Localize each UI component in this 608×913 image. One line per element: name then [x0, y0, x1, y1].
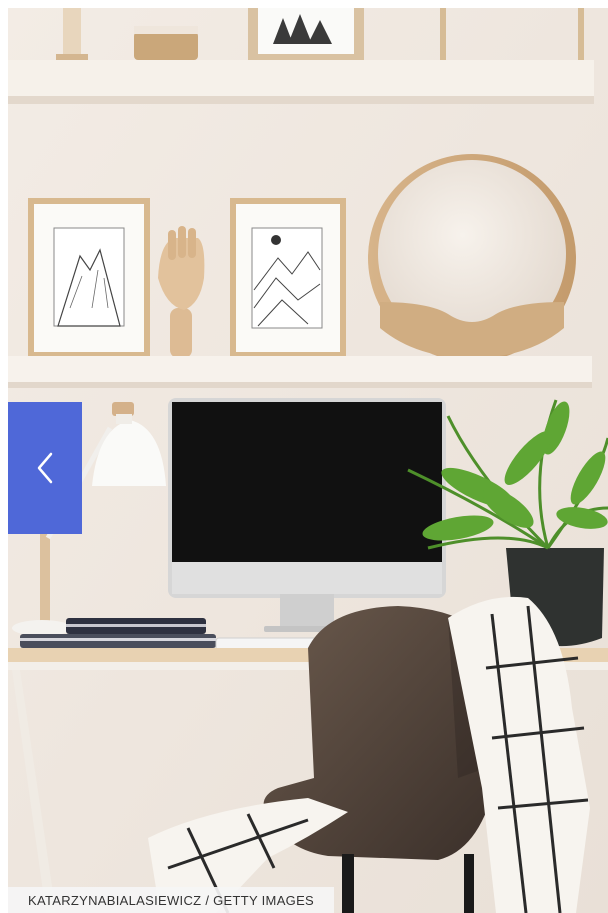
chevron-left-icon [37, 452, 53, 484]
previous-image-button[interactable] [8, 402, 82, 534]
photo-credit-text: KATARZYNABIALASIEWICZ / GETTY IMAGES [28, 892, 315, 908]
gallery-frame: KATARZYNABIALASIEWICZ / GETTY IMAGES [0, 0, 608, 913]
photo-credit: KATARZYNABIALASIEWICZ / GETTY IMAGES [8, 887, 335, 913]
gallery-photo [8, 8, 608, 913]
